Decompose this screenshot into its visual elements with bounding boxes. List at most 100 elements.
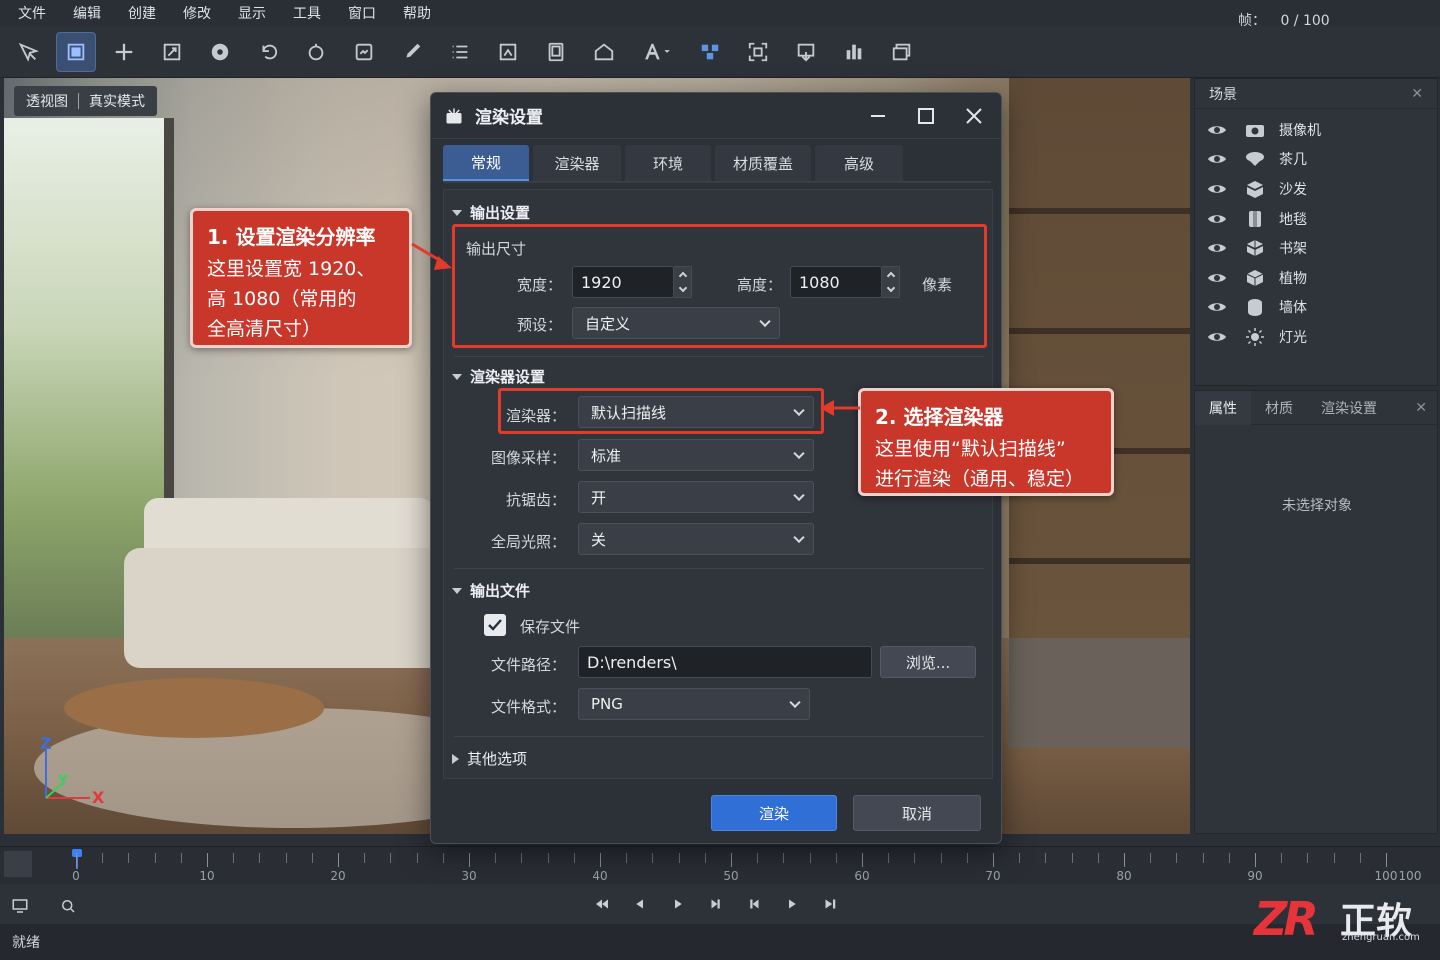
select-icon[interactable] [8, 32, 48, 72]
move-icon[interactable] [104, 32, 144, 72]
output-section-header[interactable]: 输出设置 [452, 202, 530, 223]
height-stepper[interactable] [882, 266, 900, 298]
height-input[interactable]: 1080 [790, 266, 882, 298]
search-icon[interactable] [56, 894, 80, 918]
sampling-select[interactable]: 标准 [578, 439, 814, 471]
scene-item[interactable]: 摄像机 [1195, 115, 1437, 145]
tab-advanced[interactable]: 高级 [815, 145, 903, 181]
eye-icon[interactable] [1207, 212, 1227, 226]
sphere-icon[interactable] [296, 32, 336, 72]
stepper-down-icon[interactable] [678, 283, 687, 293]
tab-environment[interactable]: 环境 [625, 145, 711, 181]
minimize-icon[interactable] [867, 103, 889, 129]
menu-modify[interactable]: 修改 [183, 3, 211, 23]
image-edit-icon[interactable] [488, 32, 528, 72]
scene-item[interactable]: 茶几 [1195, 145, 1437, 175]
menu-file[interactable]: 文件 [18, 3, 46, 23]
renderer-select[interactable]: 默认扫描线 [578, 396, 814, 428]
mode-label[interactable]: 真实模式 [89, 91, 145, 111]
format-select[interactable]: PNG [578, 688, 810, 720]
list-icon[interactable] [440, 32, 480, 72]
menu-tools[interactable]: 工具 [293, 3, 321, 23]
window-icon[interactable] [882, 32, 922, 72]
browse-button[interactable]: 浏览... [880, 646, 976, 678]
record-icon[interactable] [200, 32, 240, 72]
house-icon[interactable] [584, 32, 624, 72]
callout-two-title: 2. 选择渲染器 [875, 405, 1004, 429]
other-section-header[interactable]: 其他选项 [452, 748, 527, 769]
tab-material[interactable]: 材质 [1251, 391, 1307, 425]
menu-window[interactable]: 窗口 [348, 3, 376, 23]
gi-select[interactable]: 关 [578, 523, 814, 555]
export-icon[interactable] [786, 32, 826, 72]
stepper-down-icon[interactable] [886, 283, 895, 293]
tab-renderer[interactable]: 渲染器 [533, 145, 621, 181]
chart-icon[interactable] [834, 32, 874, 72]
eye-icon[interactable] [1207, 300, 1227, 314]
scene-item[interactable]: 沙发 [1195, 174, 1437, 204]
eye-icon[interactable] [1207, 182, 1227, 196]
dialog-titlebar[interactable]: 渲染设置 [431, 93, 1001, 139]
text-icon[interactable] [632, 32, 682, 72]
preset-select[interactable]: 自定义 [572, 307, 780, 339]
step-forward-icon[interactable] [704, 892, 728, 916]
close-icon[interactable] [963, 103, 985, 129]
menu-create[interactable]: 创建 [128, 3, 156, 23]
eye-icon[interactable] [1207, 271, 1227, 285]
render-view-icon[interactable] [56, 31, 96, 72]
tab-render-settings[interactable]: 渲染设置 [1307, 391, 1391, 425]
frame-icon[interactable] [536, 32, 576, 72]
stepper-up-icon[interactable] [678, 271, 687, 281]
view-label[interactable]: 透视图 [26, 91, 68, 111]
rewind-icon[interactable] [590, 892, 614, 916]
menu-help[interactable]: 帮助 [403, 3, 431, 23]
timeline[interactable]: 0 10 20 30 40 50 60 70 80 90 100 100 [0, 846, 1440, 884]
timeline-ticks[interactable]: 0 10 20 30 40 50 60 70 80 90 100 100 [60, 847, 1421, 885]
undo-rotate-icon[interactable] [248, 32, 288, 72]
scene-close-icon[interactable]: ✕ [1411, 86, 1423, 102]
width-stepper[interactable] [674, 266, 692, 298]
brush-icon[interactable] [392, 32, 432, 72]
eye-icon[interactable] [1207, 241, 1227, 255]
play-icon[interactable] [666, 892, 690, 916]
monitor-icon[interactable] [8, 894, 32, 918]
maximize-icon[interactable] [915, 103, 937, 129]
view-mode-tag[interactable]: 透视图 真实模式 [14, 86, 157, 116]
step-backward-icon[interactable] [742, 892, 766, 916]
antialias-select[interactable]: 开 [578, 481, 814, 513]
cancel-button[interactable]: 取消 [853, 795, 981, 831]
properties-close-icon[interactable]: ✕ [1415, 400, 1427, 416]
scene-item[interactable]: 书架 [1195, 233, 1437, 263]
renderer-section-header[interactable]: 渲染器设置 [452, 366, 545, 387]
fit-view-icon[interactable] [738, 32, 778, 72]
menu-edit[interactable]: 编辑 [73, 3, 101, 23]
file-path-input[interactable]: D:\renders\ [578, 646, 872, 678]
eye-icon[interactable] [1207, 123, 1227, 137]
next-frame-icon[interactable] [780, 892, 804, 916]
divider [454, 568, 984, 569]
gi-label: 全局光照： [490, 533, 566, 551]
scene-item[interactable]: 植物 [1195, 263, 1437, 293]
scene-item[interactable]: 地毯 [1195, 204, 1437, 234]
play-backward-icon[interactable] [628, 892, 652, 916]
cubes-icon[interactable] [690, 32, 730, 72]
menu-display[interactable]: 显示 [238, 3, 266, 23]
go-end-icon[interactable] [818, 892, 842, 916]
timeline-thumb[interactable] [4, 851, 32, 877]
render-region-icon[interactable] [344, 32, 384, 72]
file-section-header[interactable]: 输出文件 [452, 580, 530, 601]
scene-item[interactable]: 墙体 [1195, 293, 1437, 323]
eye-icon[interactable] [1207, 330, 1227, 344]
stepper-up-icon[interactable] [886, 271, 895, 281]
render-button[interactable]: 渲染 [711, 795, 837, 831]
tab-general[interactable]: 常规 [443, 145, 529, 181]
tab-material-override[interactable]: 材质覆盖 [715, 145, 811, 181]
scale-icon[interactable] [152, 32, 192, 72]
save-file-checkbox[interactable] [484, 614, 506, 636]
scene-title: 场景 [1209, 86, 1237, 103]
tab-properties[interactable]: 属性 [1195, 390, 1251, 425]
unit-label: 像素 [922, 276, 953, 294]
eye-icon[interactable] [1207, 152, 1227, 166]
scene-item[interactable]: 灯光 [1195, 322, 1437, 352]
width-input[interactable]: 1920 [572, 266, 674, 298]
